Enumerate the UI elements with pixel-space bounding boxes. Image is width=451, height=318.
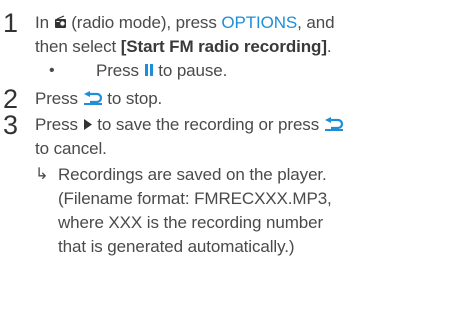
text: to pause. [158, 61, 228, 80]
play-icon [83, 115, 93, 137]
step-1-line-2: then select [Start FM radio recording]. [35, 36, 332, 58]
text: , and [297, 13, 335, 32]
radio-icon [54, 13, 67, 35]
text: then select [35, 37, 117, 56]
step-1-line-1: In (radio mode), press OPTIONS, and [35, 12, 335, 35]
options-key-label: OPTIONS [221, 13, 298, 32]
text: Press [96, 61, 139, 80]
text: to stop. [107, 89, 163, 108]
text: Press [35, 115, 78, 134]
menu-option-label: [Start FM radio recording] [120, 37, 327, 56]
step-number: 1 [3, 8, 19, 38]
text: Press [35, 89, 78, 108]
result-arrow-icon: ↳ [35, 166, 49, 183]
pause-icon [144, 61, 154, 83]
result-line: where XXX is the recording number [58, 213, 324, 232]
result-line: Recordings are saved on the player. [58, 165, 327, 184]
step-3-line-1: Press to save the recording or press [35, 114, 344, 137]
step-2-line: Press to stop. [35, 88, 162, 111]
bullet: • [49, 62, 55, 79]
step-1-sub-line: Press to pause. [96, 60, 227, 83]
text: (radio mode), press [71, 13, 217, 32]
text: to save the recording or press [97, 115, 320, 134]
back-icon [83, 89, 103, 111]
text: . [326, 37, 332, 56]
result-line: that is generated automatically.) [58, 237, 295, 256]
step-number: 3 [3, 110, 19, 140]
result-line: (Filename format: FMRECXXX.MP3, [58, 189, 332, 208]
step-3-line-2: to cancel. [35, 139, 107, 158]
back-icon [324, 115, 344, 137]
text: In [35, 13, 49, 32]
